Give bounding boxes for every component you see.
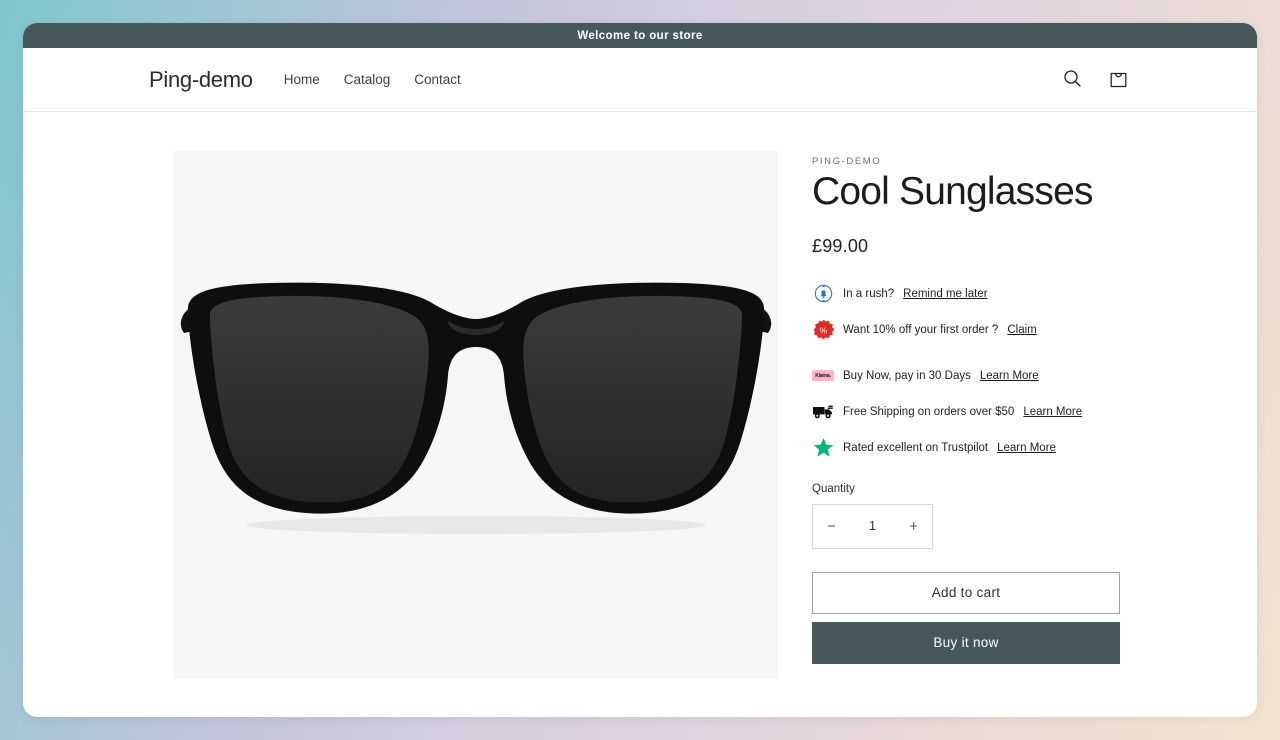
delivery-truck-icon bbox=[812, 401, 834, 423]
add-to-cart-button[interactable]: Add to cart bbox=[812, 572, 1120, 614]
quantity-increase-button[interactable]: + bbox=[909, 519, 918, 534]
badge-row-reminder: In a rush? Remind me later bbox=[812, 283, 1118, 305]
trustpilot-star-icon bbox=[812, 437, 834, 459]
badge-row-trustpilot: Rated excellent on Trustpilot Learn More bbox=[812, 437, 1118, 459]
quantity-decrease-button[interactable]: − bbox=[827, 519, 836, 534]
remind-me-later-link[interactable]: Remind me later bbox=[903, 288, 987, 300]
badge-row-discount: % Want 10% off your first order ? Claim bbox=[812, 319, 1118, 341]
quantity-stepper[interactable]: − 1 + bbox=[812, 504, 933, 549]
klarna-learn-more-link[interactable]: Learn More bbox=[980, 370, 1039, 382]
badge-text-reminder: In a rush? bbox=[843, 288, 894, 300]
klarna-icon: Klarna. bbox=[812, 365, 834, 387]
product-info: PING-DEMO Cool Sunglasses £99.00 In a ru… bbox=[778, 151, 1118, 679]
product-vendor: PING-DEMO bbox=[812, 156, 1118, 167]
site-header: Ping-demo Home Catalog Contact bbox=[23, 48, 1257, 112]
nav-link-catalog[interactable]: Catalog bbox=[344, 72, 391, 87]
header-actions bbox=[1059, 67, 1131, 93]
klarna-logo-text: Klarna. bbox=[812, 370, 834, 381]
bell-reminder-icon bbox=[812, 283, 834, 305]
store-logo[interactable]: Ping-demo bbox=[149, 67, 253, 93]
badge-text-trustpilot: Rated excellent on Trustpilot bbox=[843, 442, 988, 454]
store-page-card: Welcome to our store Ping-demo Home Cata… bbox=[23, 23, 1257, 717]
buy-it-now-button[interactable]: Buy it now bbox=[812, 622, 1120, 664]
product-price: £99.00 bbox=[812, 236, 1118, 257]
badge-text-discount: Want 10% off your first order ? bbox=[843, 324, 998, 336]
product-title: Cool Sunglasses bbox=[812, 171, 1118, 214]
nav-link-home[interactable]: Home bbox=[284, 72, 320, 87]
cart-button[interactable] bbox=[1105, 67, 1131, 93]
announcement-bar: Welcome to our store bbox=[23, 23, 1257, 48]
svg-text:%: % bbox=[819, 326, 827, 336]
nav-link-contact[interactable]: Contact bbox=[414, 72, 461, 87]
claim-discount-link[interactable]: Claim bbox=[1007, 324, 1036, 336]
badge-text-shipping: Free Shipping on orders over $50 bbox=[843, 406, 1014, 418]
product-image-panel[interactable] bbox=[173, 151, 778, 679]
main-nav: Home Catalog Contact bbox=[284, 72, 461, 87]
search-button[interactable] bbox=[1059, 67, 1085, 93]
quantity-label: Quantity bbox=[812, 483, 1118, 495]
shipping-learn-more-link[interactable]: Learn More bbox=[1023, 406, 1082, 418]
badge-text-klarna: Buy Now, pay in 30 Days bbox=[843, 370, 971, 382]
black-sunglasses-image bbox=[174, 263, 778, 568]
percent-rosette-icon: % bbox=[812, 319, 834, 341]
product-section: PING-DEMO Cool Sunglasses £99.00 In a ru… bbox=[23, 112, 1257, 679]
search-icon bbox=[1063, 69, 1082, 91]
trustpilot-learn-more-link[interactable]: Learn More bbox=[997, 442, 1056, 454]
badge-row-shipping: Free Shipping on orders over $50 Learn M… bbox=[812, 401, 1118, 423]
announcement-text: Welcome to our store bbox=[577, 30, 702, 42]
shopping-bag-icon bbox=[1109, 68, 1128, 92]
badge-row-klarna: Klarna. Buy Now, pay in 30 Days Learn Mo… bbox=[812, 365, 1118, 387]
quantity-value: 1 bbox=[869, 519, 876, 533]
